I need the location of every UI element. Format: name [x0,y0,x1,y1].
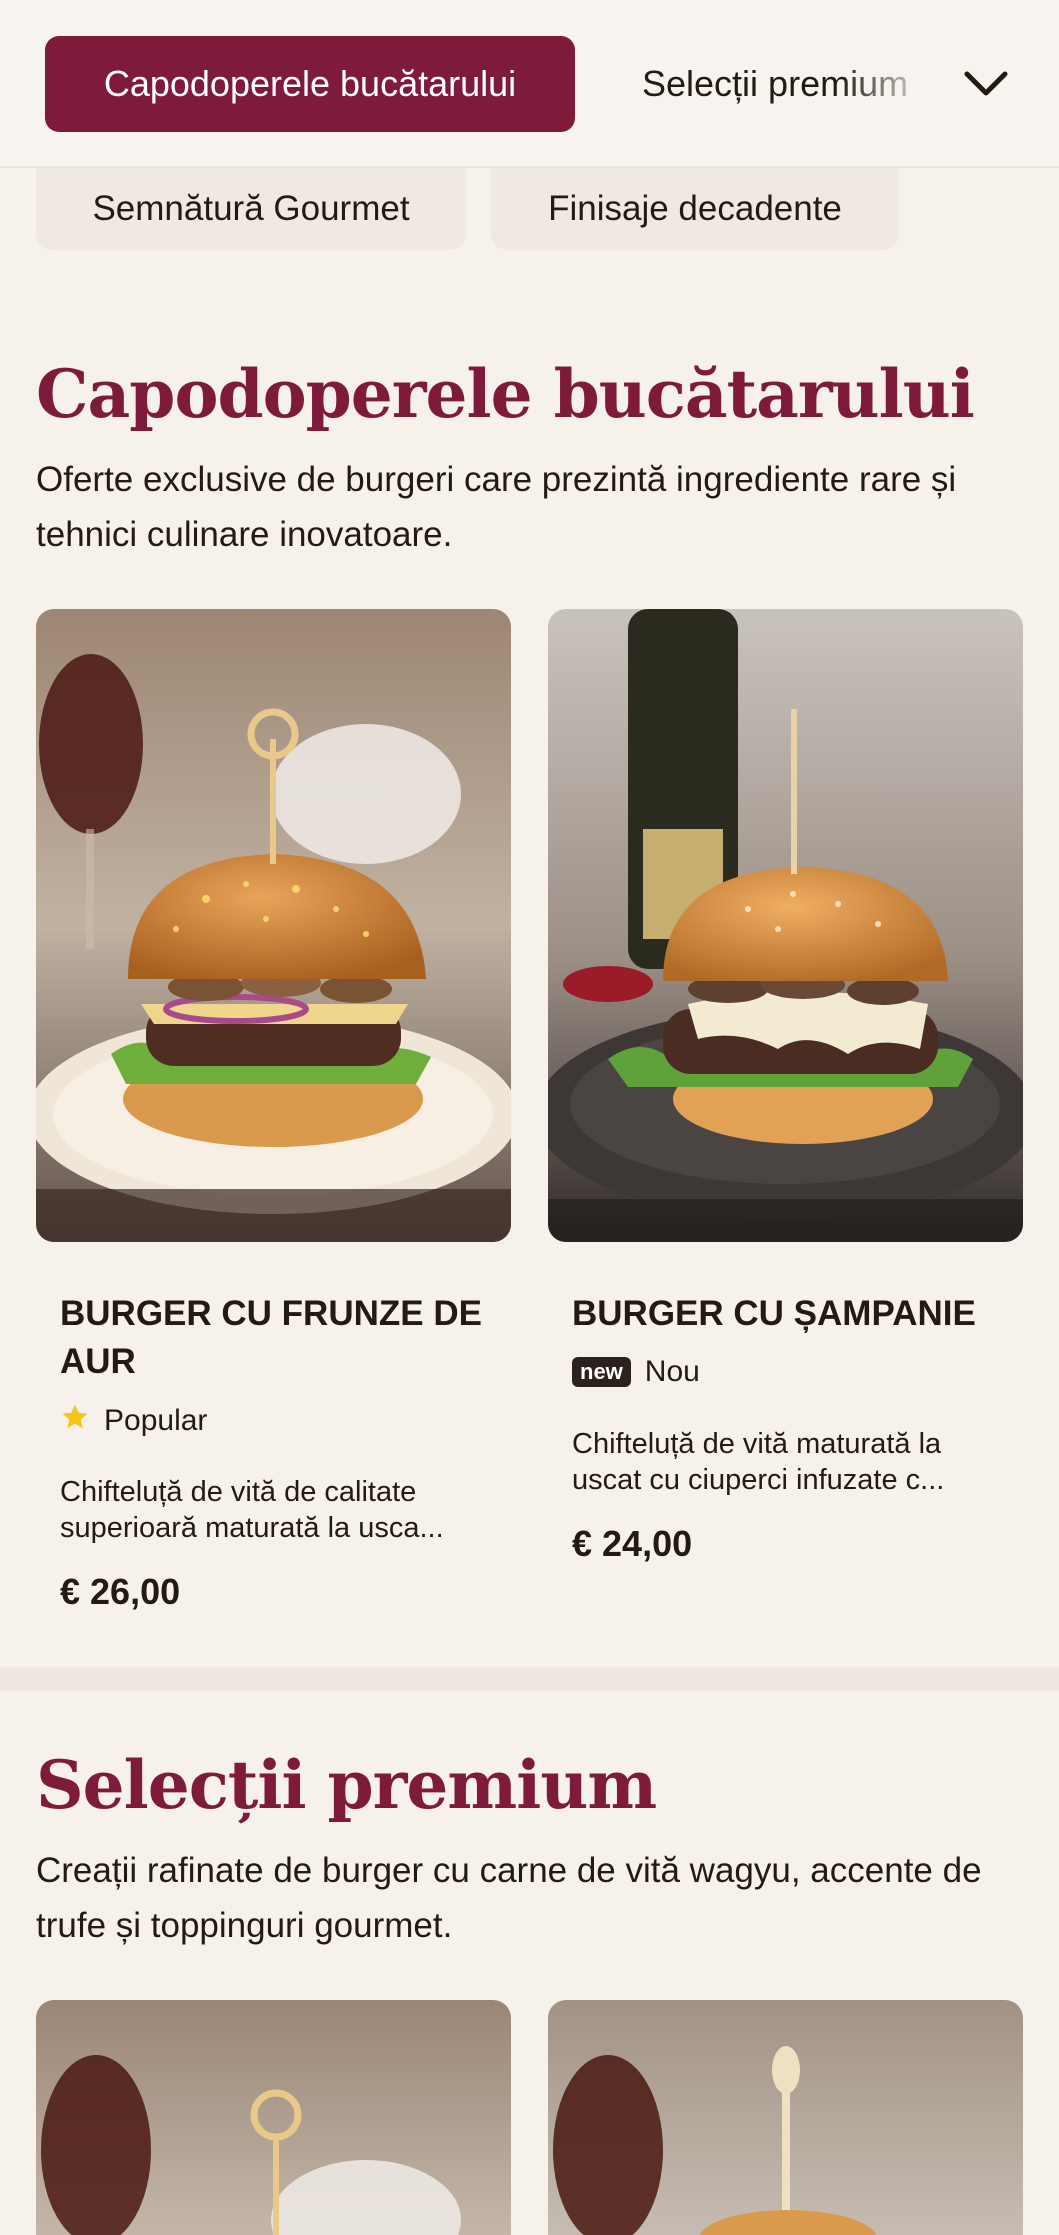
product-price: € 26,00 [60,1571,181,1612]
product-image[interactable] [36,2000,511,2235]
product-image[interactable] [548,2000,1023,2235]
chevron-down-icon[interactable] [958,56,1014,112]
section-divider [0,1667,1059,1691]
new-badge-icon: new [572,1357,631,1387]
new-badge-row: new Nou [572,1355,700,1389]
badge-label: Popular [104,1404,208,1437]
filter-chip-signature-gourmet[interactable]: Semnătură Gourmet [36,168,466,250]
product-image-gold-leaf-burger[interactable] [36,609,511,1242]
filter-chip-decadent-finishes[interactable]: Finisaje decadente [491,168,899,250]
product-description: Chifteluță de vită maturată la uscat cu … [572,1428,945,1496]
section-description: Oferte exclusive de burgeri care prezint… [36,460,957,554]
section-title: Capodoperele bucătarului [36,355,975,433]
tab-overflow-fade [840,36,950,132]
badge-label: Nou [644,1355,700,1388]
tab-chefs-masterpieces[interactable]: Capodoperele bucătarului [45,36,575,132]
section-title: Selecții premium [36,1746,657,1824]
popular-badge: Popular [60,1402,207,1440]
product-description: Chifteluță de vită de calitate superioar… [60,1476,444,1544]
product-image-champagne-burger[interactable] [548,609,1023,1242]
category-nav: Capodoperele bucătarului Selecții premiu… [0,0,1059,168]
product-name[interactable]: Burger cu frunze de aur [60,1290,500,1386]
star-icon [60,1402,90,1440]
product-price: € 24,00 [572,1523,693,1564]
product-name[interactable]: Burger cu șampanie [572,1290,1012,1338]
section-description: Creații rafinate de burger cu carne de v… [36,1851,982,1945]
